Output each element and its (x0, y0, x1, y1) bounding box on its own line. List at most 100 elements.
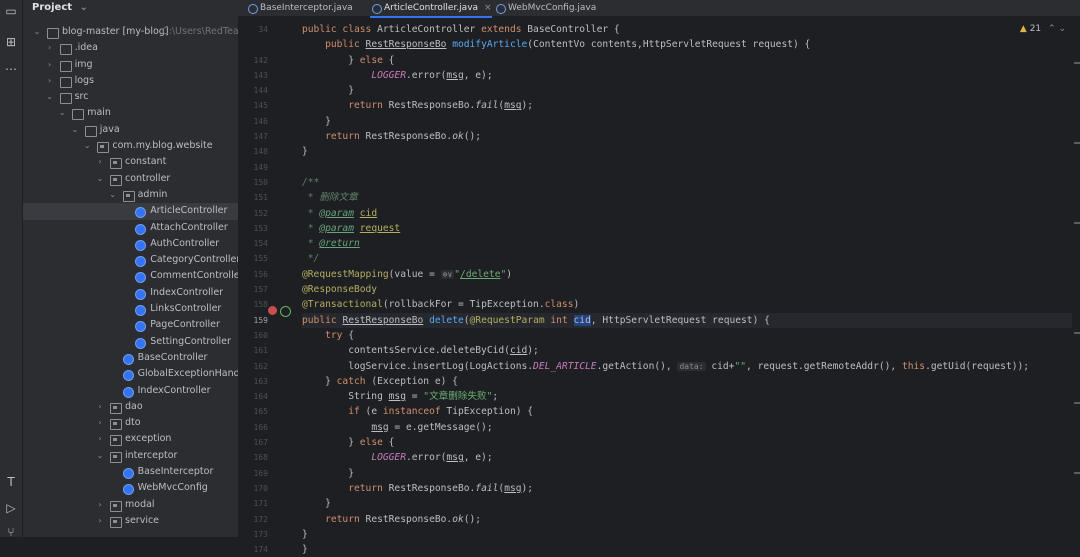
code-line[interactable]: * 删除文章 (302, 190, 1072, 205)
tree-item[interactable]: › constant (23, 154, 238, 170)
code-line[interactable]: contentsService.deleteByCid(cid); (302, 343, 1072, 358)
tree-item[interactable]: › modal (23, 497, 238, 513)
chevron-down-icon[interactable]: ⌄ (46, 89, 54, 105)
run-tool-icon[interactable]: ▷ (3, 500, 19, 516)
chevron-down-icon[interactable]: ⌄ (96, 448, 104, 464)
tree-item[interactable]: BaseController (23, 350, 238, 366)
editor-tab[interactable]: WebMvcConfig.java (494, 0, 596, 16)
code-line[interactable]: LOGGER.error(msg, e); (302, 450, 1072, 465)
tree-item[interactable]: SettingController (23, 334, 238, 350)
tree-item[interactable]: › img (23, 57, 238, 73)
tree-item[interactable]: AttachController (23, 220, 238, 236)
code-line[interactable]: return RestResponseBo.fail(msg); (302, 98, 1072, 113)
more-tools-icon[interactable]: ⋯ (3, 61, 19, 77)
code-line[interactable]: } else { (302, 435, 1072, 450)
tree-item[interactable]: ⌄ java (23, 122, 238, 138)
code-line[interactable]: * @param cid (302, 206, 1072, 221)
code-line[interactable]: @ResponseBody (302, 282, 1072, 297)
tree-item[interactable]: IndexController (23, 285, 238, 301)
code-line[interactable]: public RestResponseBo delete(@RequestPar… (302, 312, 1072, 328)
tree-item[interactable]: ⌄ controller (23, 171, 238, 187)
project-panel-header[interactable]: Project ⌄ (23, 0, 238, 16)
code-line[interactable]: } (302, 496, 1072, 511)
code-line[interactable]: LOGGER.error(msg, e); (302, 68, 1072, 83)
git-tool-icon[interactable]: ⑂ (3, 524, 19, 540)
chevron-right-icon[interactable]: › (96, 513, 104, 529)
code-line[interactable]: @Transactional(rollbackFor = TipExceptio… (302, 297, 1072, 312)
chevron-down-icon[interactable]: ⌄ (71, 122, 79, 138)
chevron-right-icon[interactable]: › (46, 40, 54, 56)
code-line[interactable]: } (302, 114, 1072, 129)
code-line[interactable]: } (302, 83, 1072, 98)
code-line[interactable]: logService.insertLog(LogActions.DEL_ARTI… (302, 359, 1072, 374)
tree-item[interactable]: ⌄ admin (23, 187, 238, 203)
tree-item[interactable]: › dao (23, 399, 238, 415)
tree-item[interactable]: ⌄ src (23, 89, 238, 105)
breakpoint-icon[interactable] (268, 306, 277, 315)
code-line[interactable]: * @param request (302, 221, 1072, 236)
code-line[interactable]: } else { (302, 53, 1072, 68)
class-icon (122, 468, 134, 480)
chevron-right-icon[interactable]: › (96, 154, 104, 170)
tree-item[interactable]: WebMvcConfig (23, 480, 238, 496)
code-line[interactable]: } (302, 466, 1072, 481)
editor-tab[interactable]: BaseInterceptor.java (246, 0, 353, 16)
tree-item[interactable]: ⌄ com.my.blog.website (23, 138, 238, 154)
tree-item[interactable]: ⌄ interceptor (23, 448, 238, 464)
code-line[interactable]: } (302, 144, 1072, 159)
code-text[interactable]: public class ArticleController extends B… (302, 22, 1072, 557)
code-line[interactable]: * @return (302, 236, 1072, 251)
code-line[interactable]: msg = e.getMessage(); (302, 420, 1072, 435)
tree-item[interactable]: › logs (23, 73, 238, 89)
endpoint-icon[interactable] (280, 306, 291, 317)
chevron-right-icon[interactable]: › (96, 497, 104, 513)
chevron-right-icon[interactable]: › (96, 431, 104, 447)
code-line[interactable]: @RequestMapping(value = ⊕∨ "/delete") (302, 267, 1072, 282)
tree-item[interactable]: CommentController (23, 268, 238, 284)
chevron-down-icon[interactable]: ⌄ (83, 138, 91, 154)
code-line[interactable]: return RestResponseBo.fail(msg); (302, 481, 1072, 496)
code-line[interactable]: } catch (Exception e) { (302, 374, 1072, 389)
tree-item[interactable]: ⌄ blog-master [my-blog]C:\Users\RedTeam (23, 24, 238, 40)
tree-item[interactable]: › service (23, 513, 238, 529)
chevron-down-icon[interactable]: ⌄ (109, 187, 117, 203)
tree-item[interactable]: AuthController (23, 236, 238, 252)
chevron-right-icon[interactable]: › (96, 399, 104, 415)
code-line[interactable]: } (302, 542, 1072, 557)
chevron-down-icon[interactable]: ⌄ (96, 171, 104, 187)
chevron-right-icon[interactable]: › (46, 73, 54, 89)
code-line[interactable]: return RestResponseBo.ok(); (302, 129, 1072, 144)
chevron-right-icon[interactable]: › (96, 415, 104, 431)
chevron-down-icon[interactable]: ⌄ (58, 105, 66, 121)
project-tool-icon[interactable]: ▭ (3, 3, 19, 19)
code-line[interactable]: if (e instanceof TipException) { (302, 404, 1072, 419)
tree-item[interactable]: › exception (23, 431, 238, 447)
error-stripe[interactable] (1074, 22, 1080, 537)
tree-item[interactable]: LinksController (23, 301, 238, 317)
tree-item[interactable]: BaseInterceptor (23, 464, 238, 480)
code-line[interactable] (302, 160, 1072, 175)
tree-item[interactable]: › .idea (23, 40, 238, 56)
code-line[interactable]: return RestResponseBo.ok(); (302, 512, 1072, 527)
code-line[interactable]: String msg = "文章删除失败"; (302, 389, 1072, 404)
code-line[interactable]: */ (302, 251, 1072, 266)
tree-item[interactable]: IndexController (23, 383, 238, 399)
tree-item[interactable]: PageController (23, 317, 238, 333)
structure-tool-icon[interactable]: ⊞ (3, 34, 19, 50)
tree-item[interactable]: GlobalExceptionHandler (23, 366, 238, 382)
chevron-down-icon[interactable]: ⌄ (80, 2, 88, 13)
close-icon[interactable]: × (484, 3, 492, 13)
tree-item[interactable]: ArticleController (23, 203, 238, 220)
editor-tab[interactable]: ArticleController.java × (370, 0, 492, 18)
chevron-right-icon[interactable]: › (46, 57, 54, 73)
terminal-tool-icon[interactable]: T (3, 474, 19, 490)
tree-item[interactable]: CategoryController (23, 252, 238, 268)
code-line[interactable]: try { (302, 328, 1072, 343)
code-line[interactable]: /** (302, 175, 1072, 190)
code-line[interactable]: public class ArticleController extends B… (302, 22, 1072, 37)
tree-item[interactable]: › dto (23, 415, 238, 431)
chevron-down-icon[interactable]: ⌄ (33, 24, 41, 40)
code-line[interactable]: } (302, 527, 1072, 542)
code-line[interactable]: public RestResponseBo modifyArticle(Cont… (302, 37, 1072, 52)
tree-item[interactable]: ⌄ main (23, 105, 238, 121)
